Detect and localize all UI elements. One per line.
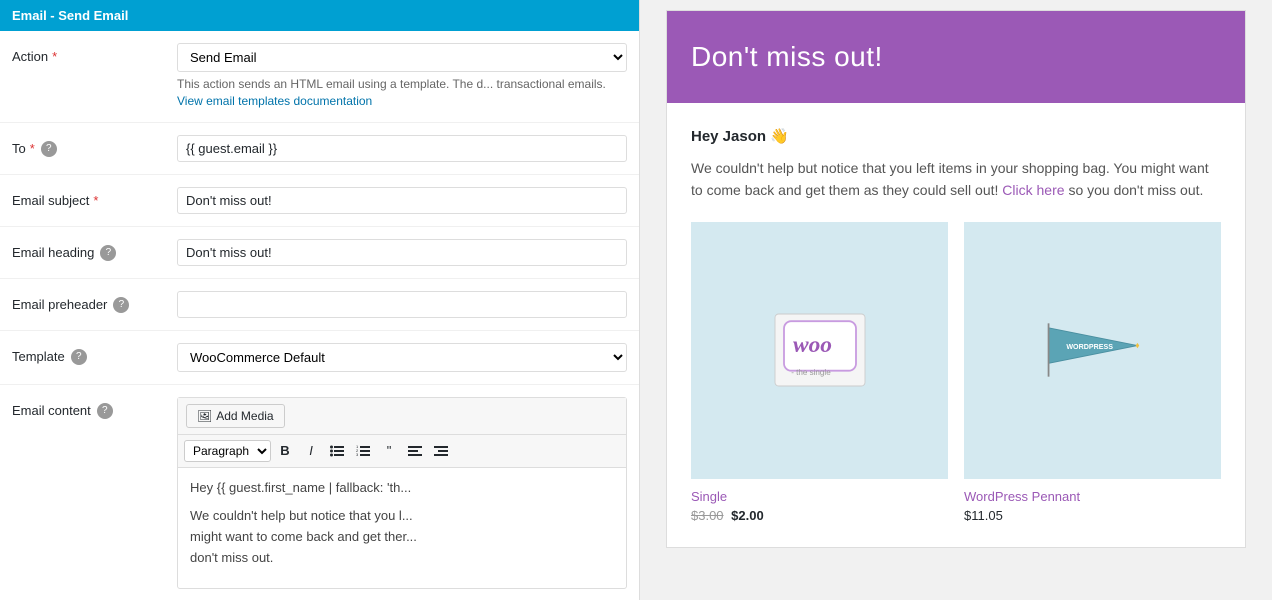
- wp-pennant-svg: WORDPRESS: [1033, 310, 1153, 390]
- form-body: Action * Send Email This action sends an…: [0, 31, 639, 600]
- editor-wrap: 🖼 Add Media Paragraph B I: [177, 397, 627, 589]
- action-desc: This action sends an HTML email using a …: [177, 76, 627, 110]
- to-info-icon[interactable]: ?: [41, 141, 57, 157]
- product-old-price-1: $3.00: [691, 508, 724, 523]
- product-image-2: WORDPRESS: [964, 222, 1221, 479]
- media-icon: 🖼: [197, 409, 212, 423]
- template-info-icon[interactable]: ?: [71, 349, 87, 365]
- to-required-star: *: [30, 141, 35, 156]
- subject-input[interactable]: [177, 187, 627, 214]
- italic-button[interactable]: I: [299, 439, 323, 463]
- to-row: To * ?: [0, 123, 639, 175]
- subject-required-star: *: [93, 193, 98, 208]
- preheader-input[interactable]: [177, 291, 627, 318]
- preheader-field: [177, 291, 627, 318]
- heading-label: Email heading ?: [12, 239, 177, 261]
- editor-toolbar: Paragraph B I 123 ": [178, 435, 626, 468]
- blockquote-button[interactable]: ": [377, 439, 401, 463]
- content-row: Email content ? 🖼 Add Media Paragraph: [0, 385, 639, 600]
- unordered-list-button[interactable]: [325, 439, 349, 463]
- click-here-link[interactable]: Click here: [1002, 182, 1064, 198]
- ordered-list-button[interactable]: 123: [351, 439, 375, 463]
- add-media-button[interactable]: 🖼 Add Media: [186, 404, 285, 428]
- subject-field: [177, 187, 627, 214]
- product-name-1: Single: [691, 489, 948, 504]
- heading-input[interactable]: [177, 239, 627, 266]
- product-link-2[interactable]: WordPress Pennant: [964, 489, 1080, 504]
- required-star: *: [52, 49, 57, 64]
- right-panel: Don't miss out! Hey Jason 👋 We couldn't …: [640, 0, 1272, 600]
- svg-text:WORDPRESS: WORDPRESS: [1066, 343, 1113, 351]
- email-greeting: Hey Jason 👋: [691, 127, 1221, 145]
- product-link-1[interactable]: Single: [691, 489, 727, 504]
- email-preview-title: Don't miss out!: [691, 41, 1221, 73]
- action-label: Action *: [12, 43, 177, 64]
- to-field: [177, 135, 627, 162]
- template-field: WooCommerce Default: [177, 343, 627, 372]
- product-price-2: $11.05: [964, 508, 1221, 523]
- email-preview: Don't miss out! Hey Jason 👋 We couldn't …: [666, 10, 1246, 548]
- template-label: Template ?: [12, 343, 177, 365]
- email-body-text: We couldn't help but notice that you lef…: [691, 157, 1221, 202]
- editor-line1: Hey {{ guest.first_name | fallback: 'th.…: [190, 478, 614, 499]
- product-image-1: woo - the single: [691, 222, 948, 479]
- action-link[interactable]: View email templates documentation: [177, 94, 372, 108]
- email-preview-header: Don't miss out!: [667, 11, 1245, 103]
- product-price-1: $3.00 $2.00: [691, 508, 948, 523]
- product-name-2: WordPress Pennant: [964, 489, 1221, 504]
- product-item-2: WORDPRESS WordPress Pennant $11.05: [964, 222, 1221, 523]
- svg-text:woo: woo: [793, 332, 832, 358]
- action-row: Action * Send Email This action sends an…: [0, 31, 639, 123]
- preheader-info-icon[interactable]: ?: [113, 297, 129, 313]
- product-new-price-1: $2.00: [731, 508, 764, 523]
- panel-title: Email - Send Email: [12, 8, 128, 23]
- svg-text:- the single: - the single: [791, 368, 831, 377]
- heading-info-icon[interactable]: ?: [100, 245, 116, 261]
- content-info-icon[interactable]: ?: [97, 403, 113, 419]
- content-field: 🖼 Add Media Paragraph B I: [177, 397, 627, 589]
- panel-header: Email - Send Email: [0, 0, 639, 31]
- to-label: To * ?: [12, 135, 177, 157]
- woo-logo-svg: woo - the single: [765, 305, 875, 395]
- template-select[interactable]: WooCommerce Default: [177, 343, 627, 372]
- heading-row: Email heading ?: [0, 227, 639, 279]
- add-media-bar: 🖼 Add Media: [178, 398, 626, 435]
- template-row: Template ? WooCommerce Default: [0, 331, 639, 385]
- align-right-button[interactable]: [429, 439, 453, 463]
- products-grid: woo - the single Single $3.00 $2.00: [691, 222, 1221, 523]
- editor-content[interactable]: Hey {{ guest.first_name | fallback: 'th.…: [178, 468, 626, 588]
- svg-text:3: 3: [356, 452, 359, 457]
- heading-field: [177, 239, 627, 266]
- subject-label: Email subject *: [12, 187, 177, 208]
- bold-button[interactable]: B: [273, 439, 297, 463]
- preheader-row: Email preheader ?: [0, 279, 639, 331]
- product-single-price-2: $11.05: [964, 508, 1003, 523]
- align-left-button[interactable]: [403, 439, 427, 463]
- editor-line2: We couldn't help but notice that you l..…: [190, 506, 614, 568]
- preheader-label: Email preheader ?: [12, 291, 177, 313]
- subject-row: Email subject *: [0, 175, 639, 227]
- content-label: Email content ?: [12, 397, 177, 419]
- left-panel: Email - Send Email Action * Send Email T…: [0, 0, 640, 600]
- action-field: Send Email This action sends an HTML ema…: [177, 43, 627, 110]
- product-item-1: woo - the single Single $3.00 $2.00: [691, 222, 948, 523]
- paragraph-select[interactable]: Paragraph: [184, 440, 271, 462]
- to-input[interactable]: [177, 135, 627, 162]
- action-select[interactable]: Send Email: [177, 43, 627, 72]
- email-preview-body: Hey Jason 👋 We couldn't help but notice …: [667, 103, 1245, 547]
